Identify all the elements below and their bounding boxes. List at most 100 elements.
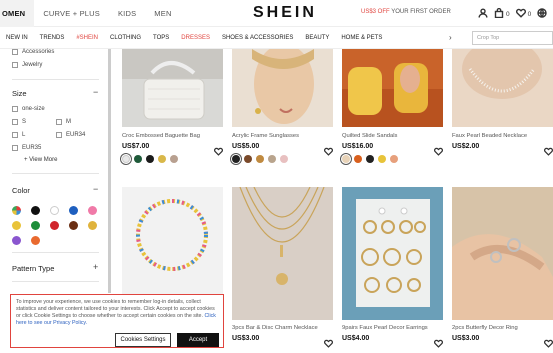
- nav-beauty[interactable]: BEAUTY: [299, 35, 335, 41]
- product-image-baguette-bag[interactable]: [122, 49, 223, 127]
- filter-accessories[interactable]: Accessories: [12, 49, 54, 55]
- color-option-dot[interactable]: [342, 155, 350, 163]
- color-option-dot[interactable]: [256, 155, 264, 163]
- user-icon[interactable]: [478, 8, 488, 20]
- product-name[interactable]: Acrylic Frame Sunglasses: [232, 133, 299, 139]
- color-section-title[interactable]: Color: [12, 186, 30, 195]
- product-name[interactable]: Faux Pearl Beaded Necklace: [452, 133, 527, 139]
- color-swatch[interactable]: [69, 221, 78, 230]
- nav-tops[interactable]: TOPS: [147, 35, 175, 41]
- color-option-dot[interactable]: [170, 155, 178, 163]
- color-swatch[interactable]: [69, 206, 78, 215]
- color-swatch[interactable]: [12, 221, 21, 230]
- color-collapse-icon[interactable]: −: [93, 184, 98, 194]
- wishlist-heart-icon[interactable]: [434, 143, 443, 156]
- product-price: US$3.00: [452, 335, 480, 342]
- size-m[interactable]: M: [56, 119, 71, 125]
- product-image-beaded-necklace[interactable]: [122, 187, 223, 295]
- tab-men[interactable]: MEN: [145, 0, 180, 27]
- product-image-slide-sandals[interactable]: [342, 49, 443, 127]
- wishlist-heart-icon[interactable]: [434, 335, 443, 348]
- bag-button[interactable]: 0: [494, 7, 510, 20]
- wishlist-heart-icon[interactable]: [214, 143, 223, 156]
- checkbox[interactable]: [56, 132, 62, 138]
- product-name[interactable]: Quilted Slide Sandals: [342, 133, 397, 139]
- checkbox[interactable]: [12, 49, 18, 55]
- product-name[interactable]: 3pcs Bar & Disc Charm Necklace: [232, 325, 318, 331]
- color-option-dot[interactable]: [280, 155, 288, 163]
- checkbox[interactable]: [12, 145, 18, 151]
- cookie-message: To improve your experience, we use cooki…: [16, 299, 215, 319]
- nav-shein-tag[interactable]: #SHEIN: [70, 35, 104, 41]
- cookie-settings-button[interactable]: Cookies Settings: [115, 333, 171, 347]
- filter-jewelry[interactable]: Jewelry: [12, 62, 42, 68]
- wishlist-button[interactable]: 0: [515, 8, 531, 20]
- view-more-link[interactable]: + View More: [24, 157, 57, 163]
- nav-dresses[interactable]: DRESSES: [175, 35, 216, 41]
- color-option-dot[interactable]: [268, 155, 276, 163]
- color-option-dot[interactable]: [158, 155, 166, 163]
- tab-kids[interactable]: KIDS: [109, 0, 145, 27]
- color-option-dot[interactable]: [354, 155, 362, 163]
- color-swatch[interactable]: [88, 221, 97, 230]
- promo-banner[interactable]: US$3 OFF YOUR FIRST ORDER: [361, 9, 451, 15]
- color-swatch[interactable]: [31, 221, 40, 230]
- wishlist-heart-icon[interactable]: [324, 335, 333, 348]
- size-one-size[interactable]: one-size: [12, 106, 45, 112]
- sidebar-scrollbar[interactable]: [108, 49, 111, 293]
- nav-home-pets[interactable]: HOME & PETS: [335, 35, 388, 41]
- size-s[interactable]: S: [12, 119, 26, 125]
- color-option-dot[interactable]: [146, 155, 154, 163]
- nav-new-in[interactable]: NEW IN: [0, 35, 34, 41]
- tab-curve-plus[interactable]: CURVE + PLUS: [34, 0, 109, 27]
- accept-cookies-button[interactable]: Accept: [177, 333, 219, 347]
- tab-women[interactable]: OMEN: [0, 0, 35, 27]
- color-swatch[interactable]: [31, 236, 40, 245]
- product-image-charm-necklace[interactable]: [232, 187, 333, 320]
- shein-logo[interactable]: SHEIN: [253, 4, 317, 22]
- size-collapse-icon[interactable]: −: [93, 87, 98, 97]
- checkbox[interactable]: [12, 119, 18, 125]
- checkbox[interactable]: [12, 106, 18, 112]
- product-name[interactable]: 9pairs Faux Pearl Decor Earrings: [342, 325, 428, 331]
- product-image-butterfly-ring[interactable]: [452, 187, 553, 320]
- checkbox[interactable]: [12, 132, 18, 138]
- color-option-dot[interactable]: [122, 155, 130, 163]
- search-input[interactable]: Crop Top: [472, 31, 553, 45]
- product-name[interactable]: 2pcs Butterfly Decor Ring: [452, 325, 518, 331]
- size-section-title[interactable]: Size: [12, 89, 27, 98]
- nav-next-arrow-icon[interactable]: ›: [449, 33, 452, 42]
- nav-trends[interactable]: TRENDS: [34, 35, 71, 41]
- wishlist-heart-icon[interactable]: [324, 143, 333, 156]
- nav-clothing[interactable]: CLOTHING: [104, 35, 147, 41]
- nav-shoes-accessories[interactable]: SHOES & ACCESSORIES: [216, 35, 299, 41]
- checkbox[interactable]: [56, 119, 62, 125]
- globe-icon[interactable]: [537, 8, 547, 20]
- color-option-dot[interactable]: [244, 155, 252, 163]
- wishlist-heart-icon[interactable]: [544, 143, 553, 156]
- color-option-dot[interactable]: [232, 155, 240, 163]
- cookie-banner: To improve your experience, we use cooki…: [10, 294, 224, 348]
- color-swatch[interactable]: [12, 236, 21, 245]
- product-name[interactable]: Croc Embossed Baguette Bag: [122, 133, 200, 139]
- product-image-pearl-earrings[interactable]: [342, 187, 443, 320]
- wishlist-heart-icon[interactable]: [544, 335, 553, 348]
- pattern-type-section-title[interactable]: Pattern Type: [12, 264, 54, 273]
- color-swatch[interactable]: [50, 221, 59, 230]
- color-swatch[interactable]: [31, 206, 40, 215]
- size-label: S: [22, 119, 27, 125]
- size-eur34[interactable]: EUR34: [56, 132, 85, 138]
- checkbox[interactable]: [12, 62, 18, 68]
- product-image-pearl-necklace[interactable]: [452, 49, 553, 127]
- size-eur35[interactable]: EUR35: [12, 145, 41, 151]
- color-option-dot[interactable]: [390, 155, 398, 163]
- color-option-dot[interactable]: [134, 155, 142, 163]
- color-swatch[interactable]: [88, 206, 97, 215]
- size-l[interactable]: L: [12, 132, 25, 138]
- color-swatch[interactable]: [12, 206, 21, 215]
- color-option-dot[interactable]: [378, 155, 386, 163]
- pattern-expand-icon[interactable]: +: [93, 262, 98, 272]
- color-option-dot[interactable]: [366, 155, 374, 163]
- color-swatch[interactable]: [50, 206, 59, 215]
- product-image-sunglasses[interactable]: [232, 49, 333, 127]
